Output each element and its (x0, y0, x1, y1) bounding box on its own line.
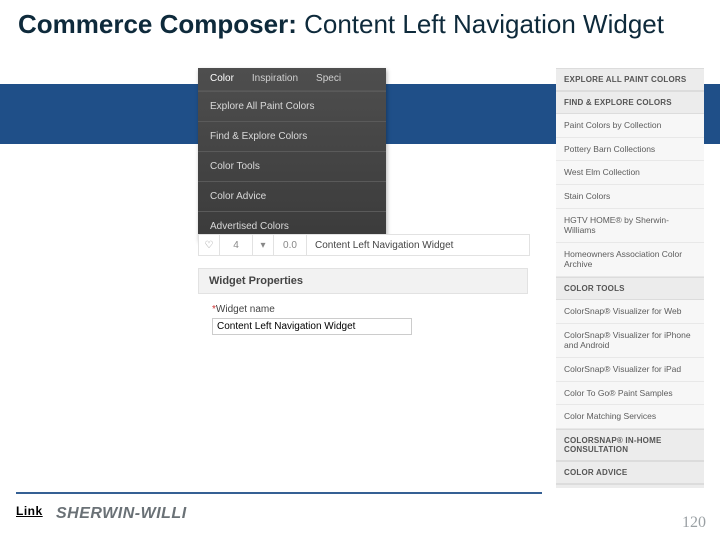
widget-label: Content Left Navigation Widget (307, 240, 529, 251)
nav-link[interactable]: Color Matching Services (556, 405, 704, 429)
chevron-down-icon[interactable]: ▾ (253, 235, 274, 255)
nav-dropdown: Color Inspiration Speci Explore All Pain… (198, 68, 386, 241)
widget-properties-panel: Widget Properties *Widget name (198, 268, 528, 345)
nav-link[interactable]: ColorSnap® Visualizer for iPhone and And… (556, 324, 704, 358)
anchor-dropdown[interactable]: ♡ (199, 235, 220, 255)
nav-link[interactable]: Homeowners Association Color Archive (556, 243, 704, 277)
nav-link[interactable]: ColorSnap® Visualizer for iPad (556, 358, 704, 382)
page-number: 120 (682, 514, 706, 532)
field-label: *Widget name (212, 304, 514, 315)
nav-section-header[interactable]: COLOR TOOLS (556, 277, 704, 300)
content-left-nav-preview: EXPLORE ALL PAINT COLORS FIND & EXPLORE … (556, 68, 704, 488)
nav-section-header[interactable]: COLOR ADVICE (556, 461, 704, 484)
nav-link[interactable]: Color To Go® Paint Samples (556, 382, 704, 406)
tab-color[interactable]: Color (210, 73, 234, 84)
nav-link[interactable]: Stain Colors (556, 185, 704, 209)
nav-link[interactable]: HGTV HOME® by Sherwin-Williams (556, 209, 704, 243)
nav-section-header[interactable]: ADVERTISED COLORS (556, 484, 704, 488)
nav-section-header[interactable]: FIND & EXPLORE COLORS (556, 91, 704, 114)
tab-inspiration[interactable]: Inspiration (252, 73, 298, 84)
sherwin-williams-logo: SHERWIN-WILLI (56, 494, 226, 534)
slide-title: Commerce Composer: Content Left Navigati… (18, 8, 664, 41)
weight-value[interactable]: 0.0 (274, 235, 307, 255)
menu-item[interactable]: Color Advice (198, 181, 386, 211)
nav-link[interactable]: Paint Colors by Collection (556, 114, 704, 138)
nav-link[interactable]: ColorSnap® Visualizer for Web (556, 300, 704, 324)
widget-config-row: ♡ 4 ▾ 0.0 Content Left Navigation Widget (198, 234, 530, 256)
nav-link[interactable]: West Elm Collection (556, 161, 704, 185)
title-rest: Content Left Navigation Widget (304, 9, 664, 39)
menu-item[interactable]: Explore All Paint Colors (198, 91, 386, 121)
tab-special[interactable]: Speci (316, 73, 341, 84)
nav-section-header[interactable]: EXPLORE ALL PAINT COLORS (556, 68, 704, 91)
slot-number[interactable]: 4 (220, 235, 253, 255)
widget-name-input[interactable] (212, 318, 412, 335)
nav-section-header[interactable]: COLORSNAP® IN-HOME CONSULTATION (556, 429, 704, 461)
footer-link[interactable]: Link (16, 504, 43, 518)
menu-item[interactable]: Color Tools (198, 151, 386, 181)
menu-item[interactable]: Find & Explore Colors (198, 121, 386, 151)
title-strong: Commerce Composer: (18, 9, 297, 39)
nav-link[interactable]: Pottery Barn Collections (556, 138, 704, 162)
properties-header: Widget Properties (198, 268, 528, 294)
nav-dropdown-tabs: Color Inspiration Speci (198, 68, 386, 91)
